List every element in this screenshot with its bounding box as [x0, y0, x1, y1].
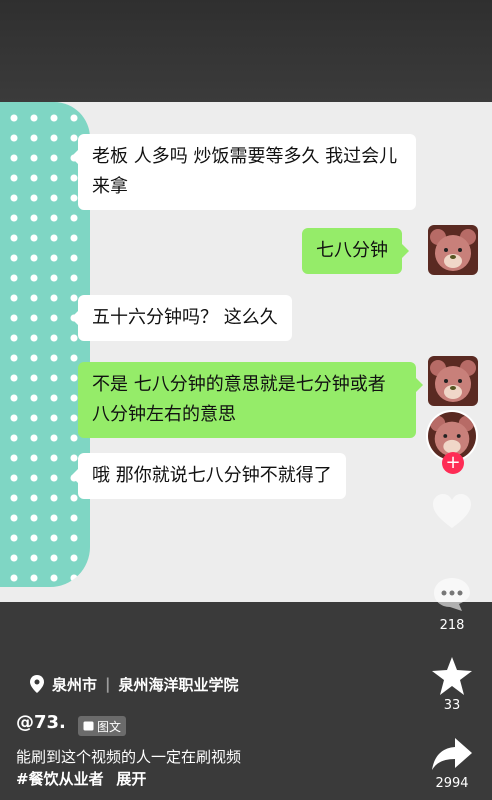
action-rail: + 218 33 2994	[412, 0, 492, 800]
post-description: 能刷到这个视频的人一定在刷视频 #餐饮从业者 展开	[16, 746, 241, 790]
chat-bubble-outgoing: 不是 七八分钟的意思就是七分钟或者八分钟左右的意思	[78, 362, 423, 438]
chat-bubble-incoming: 老板 人多吗 炒饭需要等多久 我过会儿来拿	[71, 134, 416, 210]
location-place: 泉州海洋职业学院	[118, 675, 239, 694]
polka-dot-overlay	[0, 102, 90, 587]
location-city: 泉州市	[52, 675, 98, 694]
location-tag[interactable]: 泉州市 | 泉州海洋职业学院	[16, 660, 253, 708]
share-count: 2994	[435, 776, 469, 791]
heart-icon	[433, 494, 471, 528]
chat-bubble-incoming: 五十六分钟吗？ 这么久	[71, 295, 292, 341]
chat-bubble-outgoing: 七八分钟	[302, 228, 409, 274]
hashtag[interactable]: #餐饮从业者	[16, 770, 104, 788]
comment-icon	[434, 578, 470, 611]
author-name[interactable]: @73.	[16, 712, 66, 733]
location-divider: |	[105, 675, 111, 693]
share-button[interactable]	[431, 736, 473, 776]
like-button[interactable]	[432, 494, 472, 534]
follow-button[interactable]: +	[442, 452, 464, 474]
star-icon	[432, 657, 472, 695]
favorite-button[interactable]	[431, 656, 473, 700]
post-type-label: 图文	[97, 719, 122, 734]
location-pin-icon	[30, 675, 44, 693]
comment-button[interactable]	[432, 576, 472, 616]
comment-count: 218	[439, 618, 465, 633]
favorite-count: 33	[443, 698, 461, 713]
chat-bubble-incoming: 哦 那你就说七八分钟不就得了	[71, 453, 346, 499]
description-text: 能刷到这个视频的人一定在刷视频	[16, 748, 242, 766]
post-type-tag: 图文	[78, 716, 127, 736]
share-icon	[432, 738, 472, 770]
image-post-icon	[83, 721, 94, 731]
expand-link[interactable]: 展开	[116, 770, 146, 788]
